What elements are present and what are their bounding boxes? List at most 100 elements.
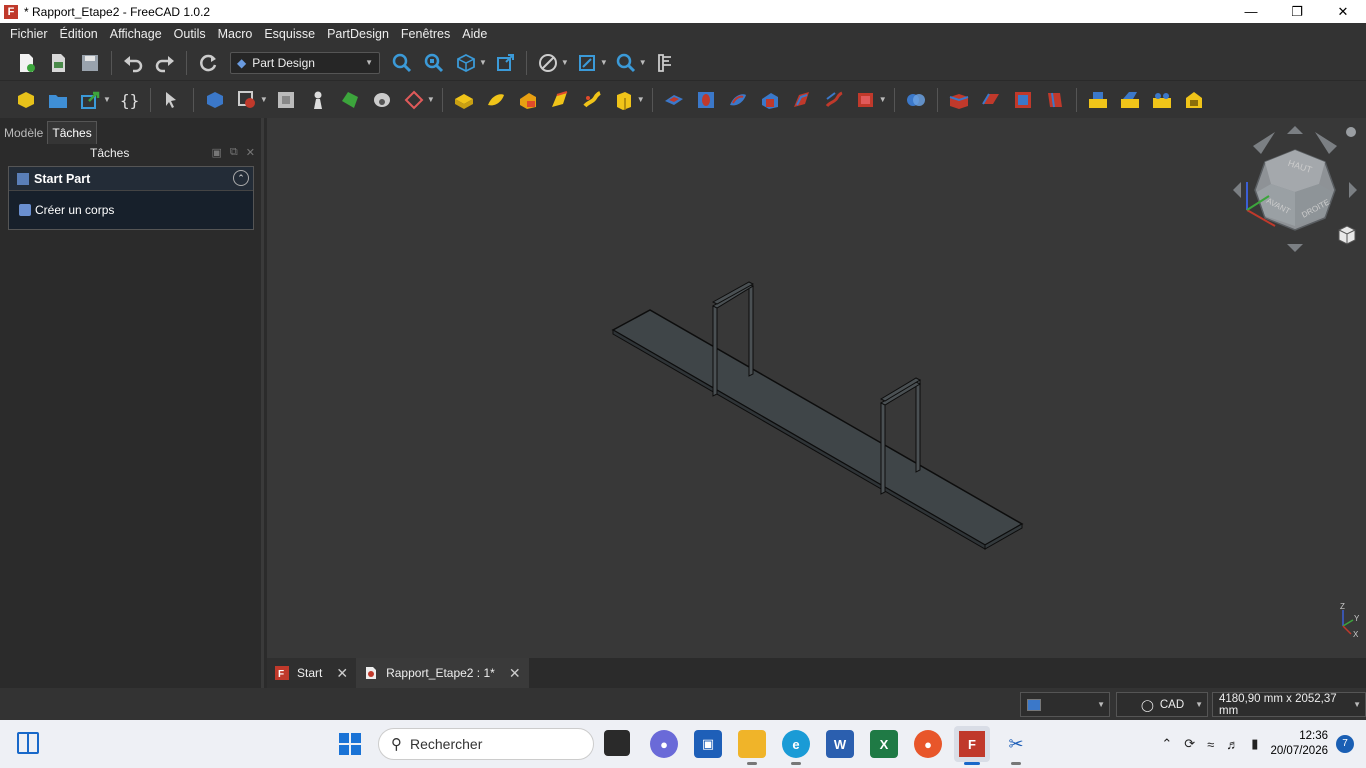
edge-icon[interactable]: e — [782, 730, 810, 765]
notification-badge[interactable]: 7 — [1336, 735, 1354, 753]
chevron-up-icon[interactable]: ⌃ — [1161, 736, 1172, 752]
pocket-icon[interactable] — [662, 88, 686, 112]
additive-pipe-icon[interactable] — [548, 88, 572, 112]
fillet-icon[interactable] — [1086, 88, 1110, 112]
chamfer-icon[interactable] — [1118, 88, 1142, 112]
undo-icon[interactable] — [121, 51, 145, 75]
create-group-icon[interactable] — [46, 88, 70, 112]
revolution-icon[interactable] — [484, 88, 508, 112]
sheep-icon[interactable] — [370, 88, 394, 112]
view-isometric-icon[interactable] — [454, 51, 478, 75]
measure-icon[interactable] — [653, 51, 677, 75]
chevron-down-icon[interactable]: ▼ — [600, 58, 608, 67]
chevron-down-icon[interactable]: ▼ — [561, 58, 569, 67]
menu-fenetres[interactable]: Fenêtres — [395, 27, 456, 41]
freecad-taskbar-icon[interactable]: F — [954, 726, 990, 765]
menu-partdesign[interactable]: PartDesign — [321, 27, 395, 41]
tab-taches[interactable]: Tâches — [47, 121, 97, 144]
close-icon[interactable]: ✕ — [246, 146, 255, 159]
float-icon[interactable]: ⧉ — [230, 146, 238, 159]
search-box[interactable]: ⚲ Rechercher — [378, 728, 594, 760]
pawn-icon[interactable] — [306, 88, 330, 112]
refresh-icon[interactable] — [196, 51, 220, 75]
mirrored-icon[interactable] — [947, 88, 971, 112]
close-button[interactable]: ✕ — [1320, 0, 1366, 23]
boolean-icon[interactable] — [904, 88, 928, 112]
hole-icon[interactable] — [694, 88, 718, 112]
menu-outils[interactable]: Outils — [168, 27, 212, 41]
chevron-down-icon[interactable]: ▼ — [103, 95, 111, 104]
additive-helix-icon[interactable] — [580, 88, 604, 112]
shape-binder-icon[interactable] — [235, 88, 259, 112]
task-view-icon[interactable] — [604, 730, 630, 756]
validate-sketch-icon[interactable] — [338, 88, 362, 112]
sync-icon[interactable]: ⟳ — [1184, 736, 1195, 752]
menu-affichage[interactable]: Affichage — [104, 27, 168, 41]
fit-selection-icon[interactable] — [422, 51, 446, 75]
expression-icon[interactable]: {} — [117, 88, 141, 112]
store-icon[interactable]: ▣ — [694, 730, 722, 758]
menu-esquisse[interactable]: Esquisse — [258, 27, 321, 41]
minimize-button[interactable]: — — [1228, 0, 1274, 23]
menu-fichier[interactable]: Fichier — [4, 27, 54, 41]
file-explorer-icon[interactable] — [738, 730, 766, 765]
firefox-icon[interactable]: ● — [914, 730, 942, 758]
draft-icon[interactable] — [1150, 88, 1174, 112]
chevron-down-icon[interactable]: ▼ — [879, 95, 887, 104]
polar-pattern-icon[interactable] — [1011, 88, 1035, 112]
create-body-icon[interactable] — [203, 88, 227, 112]
additive-loft-icon[interactable] — [516, 88, 540, 112]
workbench-selector[interactable]: ◆ Part Design ▼ — [230, 51, 380, 74]
chevron-down-icon[interactable]: ▼ — [427, 95, 435, 104]
subtractive-loft-icon[interactable] — [758, 88, 782, 112]
menu-aide[interactable]: Aide — [456, 27, 493, 41]
clock[interactable]: 12:36 20/07/2026 — [1270, 729, 1328, 759]
menu-macro[interactable]: Macro — [212, 27, 259, 41]
save-icon[interactable] — [78, 51, 102, 75]
snipping-tool-icon[interactable]: ✂ — [1002, 730, 1030, 765]
groove-icon[interactable] — [726, 88, 750, 112]
pad-icon[interactable] — [452, 88, 476, 112]
chat-icon[interactable]: ● — [650, 730, 678, 758]
clone-icon[interactable] — [274, 88, 298, 112]
windows-start-icon[interactable] — [338, 732, 362, 756]
create-part-icon[interactable] — [14, 88, 38, 112]
chevron-down-icon[interactable]: ▼ — [639, 58, 647, 67]
bounding-box-icon[interactable] — [575, 51, 599, 75]
open-document-icon[interactable] — [46, 51, 70, 75]
create-link-icon[interactable] — [78, 88, 102, 112]
datum-plane-icon[interactable] — [402, 88, 426, 112]
word-icon[interactable]: W — [826, 730, 854, 758]
menu-edition[interactable]: Édition — [54, 27, 104, 41]
linear-pattern-icon[interactable] — [979, 88, 1003, 112]
create-body-action[interactable]: Créer un corps — [9, 191, 253, 229]
dock-icon[interactable]: ▣ — [212, 146, 222, 159]
new-document-icon[interactable] — [14, 51, 38, 75]
3d-viewport[interactable]: HAUT AVANT DROITE Z Y X — [267, 118, 1366, 658]
close-icon[interactable]: ✕ — [509, 665, 521, 682]
subtractive-primitive-icon[interactable] — [854, 88, 878, 112]
tab-modele[interactable]: Modèle — [0, 122, 47, 144]
additive-primitive-icon[interactable] — [612, 88, 636, 112]
redo-icon[interactable] — [153, 51, 177, 75]
sync-view-icon[interactable] — [493, 51, 517, 75]
excel-icon[interactable]: X — [870, 730, 898, 758]
battery-icon[interactable]: ▮ — [1251, 736, 1258, 752]
select-filter-icon[interactable] — [160, 88, 184, 112]
navigation-style-selector[interactable]: ◯ CAD ▼ — [1116, 692, 1208, 717]
chevron-down-icon[interactable]: ▼ — [637, 95, 645, 104]
restore-button[interactable]: ❐ — [1274, 0, 1320, 23]
chevron-down-icon[interactable]: ▼ — [479, 58, 487, 67]
thickness-icon[interactable] — [1182, 88, 1206, 112]
chevron-down-icon[interactable]: ▼ — [260, 95, 268, 104]
dimension-display[interactable]: 4180,90 mm x 2052,37 mm ▼ — [1212, 692, 1366, 717]
draw-style-icon[interactable] — [536, 51, 560, 75]
subtractive-pipe-icon[interactable] — [790, 88, 814, 112]
color-selector[interactable]: ▼ — [1020, 692, 1110, 717]
collapse-icon[interactable]: ⌃ — [233, 170, 249, 186]
widgets-icon[interactable] — [17, 732, 39, 754]
fit-all-icon[interactable] — [390, 51, 414, 75]
tab-start[interactable]: F Start ✕ — [267, 658, 357, 688]
multitransform-icon[interactable] — [1043, 88, 1067, 112]
zoom-icon[interactable] — [614, 51, 638, 75]
